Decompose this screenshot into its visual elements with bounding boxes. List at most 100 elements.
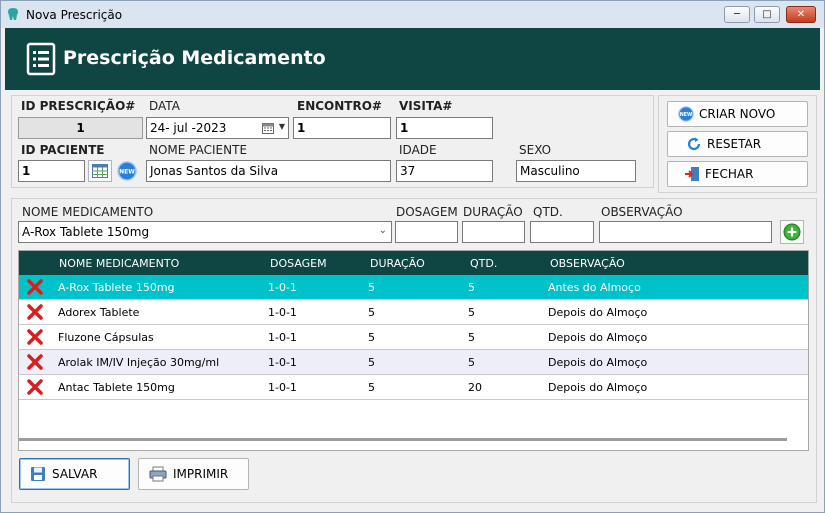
date-picker[interactable]: 24- jul -2023 ▼ [146, 117, 289, 139]
reset-button[interactable]: RESETAR [667, 131, 808, 157]
cell-note: Depois do Almoço [548, 306, 648, 319]
dosage-input[interactable] [395, 221, 458, 243]
cell-name: Antac Tablete 150mg [58, 381, 175, 394]
table-icon [92, 164, 108, 178]
patient-name-field[interactable]: Jonas Santos da Silva [146, 160, 391, 182]
encounter-label: ENCONTRO# [297, 99, 382, 113]
cell-qty: 5 [468, 356, 475, 369]
col-header-qty[interactable]: QTD. [470, 257, 497, 270]
cell-note: Depois do Almoço [548, 331, 648, 344]
tooth-app-icon [8, 8, 18, 20]
sex-label: SEXO [519, 143, 552, 157]
prescription-id-field: 1 [18, 117, 143, 139]
cell-name: Arolak IM/IV Injeção 30mg/ml [58, 356, 220, 369]
cell-note: Antes do Almoço [548, 281, 641, 294]
patient-id-field[interactable]: 1 [18, 160, 85, 182]
cell-dosage: 1-0-1 [268, 281, 297, 294]
dosage-label: DOSAGEM [396, 205, 458, 219]
page-header: Prescrição Medicamento [5, 28, 820, 90]
add-medicine-button[interactable] [780, 220, 804, 244]
patient-name-label: NOME PACIENTE [149, 143, 248, 157]
patient-list-button[interactable] [88, 160, 112, 182]
chevron-down-icon[interactable]: ⌄ [379, 225, 387, 236]
exit-door-icon [685, 167, 699, 181]
prescription-window: Nova Prescrição ─ □ ✕ Prescrição Medicam… [0, 0, 825, 513]
note-input[interactable] [599, 221, 772, 243]
calendar-icon[interactable] [262, 122, 274, 134]
close-label: FECHAR [705, 167, 754, 181]
maximize-button[interactable]: □ [754, 6, 780, 23]
cell-duration: 5 [368, 306, 375, 319]
table-row[interactable]: Antac Tablete 150mg 1-0-1 5 20 Depois do… [19, 375, 808, 400]
cell-note: Depois do Almoço [548, 356, 648, 369]
cell-dosage: 1-0-1 [268, 356, 297, 369]
delete-x-icon[interactable] [27, 279, 43, 295]
create-new-label: CRIAR NOVO [699, 107, 776, 121]
cell-qty: 5 [468, 306, 475, 319]
minimize-button[interactable]: ─ [724, 6, 750, 23]
cell-name: Adorex Tablete [58, 306, 140, 319]
delete-x-icon[interactable] [27, 329, 43, 345]
printer-icon [149, 466, 167, 482]
delete-x-icon[interactable] [27, 354, 43, 370]
chevron-down-icon[interactable]: ▼ [279, 122, 285, 131]
age-field[interactable]: 37 [396, 160, 493, 182]
visit-label: VISITA# [399, 99, 453, 113]
cell-qty: 5 [468, 281, 475, 294]
page-title: Prescrição Medicamento [63, 47, 326, 69]
table-row[interactable]: Adorex Tablete 1-0-1 5 5 Depois do Almoç… [19, 300, 808, 325]
new-badge-icon: NEW [678, 106, 694, 122]
note-label: OBSERVAÇÃO [601, 205, 683, 219]
cell-note: Depois do Almoço [548, 381, 648, 394]
patient-id-label: ID PACIENTE [21, 143, 105, 157]
date-label: DATA [149, 99, 180, 113]
create-new-button[interactable]: NEW CRIAR NOVO [667, 101, 808, 127]
cell-qty: 5 [468, 331, 475, 344]
svg-text:NEW: NEW [119, 169, 135, 176]
col-header-note[interactable]: OBSERVAÇÃO [550, 257, 625, 270]
age-label: IDADE [399, 143, 437, 157]
reset-label: RESETAR [707, 137, 762, 151]
cell-qty: 20 [468, 381, 482, 394]
cell-name: A-Rox Tablete 150mg [58, 281, 175, 294]
checklist-icon [26, 42, 56, 76]
cell-dosage: 1-0-1 [268, 381, 297, 394]
col-header-duration[interactable]: DURAÇÃO [370, 257, 425, 270]
plus-circle-icon [783, 223, 801, 241]
horizontal-scrollbar[interactable] [19, 438, 787, 441]
encounter-field[interactable]: 1 [293, 117, 391, 139]
table-row[interactable]: Fluzone Cápsulas 1-0-1 5 5 Depois do Alm… [19, 325, 808, 350]
medicine-select[interactable]: A-Rox Tablete 150mg ⌄ [18, 221, 392, 243]
new-patient-button[interactable]: NEW [115, 160, 139, 182]
delete-x-icon[interactable] [27, 379, 43, 395]
delete-x-icon[interactable] [27, 304, 43, 320]
col-header-name[interactable]: NOME MEDICAMENTO [59, 257, 179, 270]
col-header-dosage[interactable]: DOSAGEM [270, 257, 327, 270]
duration-label: DURAÇÃO [463, 205, 523, 219]
prescription-id-label: ID PRESCRIÇÃO# [21, 99, 136, 113]
cell-dosage: 1-0-1 [268, 331, 297, 344]
window-title: Nova Prescrição [26, 8, 123, 22]
cell-duration: 5 [368, 356, 375, 369]
sex-field[interactable]: Masculino [516, 160, 636, 182]
table-row[interactable]: A-Rox Tablete 150mg 1-0-1 5 5 Antes do A… [19, 275, 808, 300]
cell-name: Fluzone Cápsulas [58, 331, 154, 344]
duration-input[interactable] [462, 221, 525, 243]
refresh-icon [687, 137, 701, 151]
print-label: IMPRIMIR [173, 467, 229, 481]
print-button[interactable]: IMPRIMIR [138, 458, 249, 490]
medicine-name-label: NOME MEDICAMENTO [22, 205, 154, 219]
save-button[interactable]: SALVAR [19, 458, 130, 490]
table-row[interactable]: Arolak IM/IV Injeção 30mg/ml 1-0-1 5 5 D… [19, 350, 808, 375]
qty-label: QTD. [533, 205, 563, 219]
visit-field[interactable]: 1 [396, 117, 493, 139]
save-label: SALVAR [52, 467, 98, 481]
cell-duration: 5 [368, 381, 375, 394]
close-button[interactable]: FECHAR [667, 161, 808, 187]
qty-input[interactable] [530, 221, 594, 243]
new-badge-icon: NEW [117, 161, 137, 181]
close-window-button[interactable]: ✕ [786, 6, 816, 23]
floppy-disk-icon [31, 467, 45, 481]
cell-dosage: 1-0-1 [268, 306, 297, 319]
grid-header: NOME MEDICAMENTO DOSAGEM DURAÇÃO QTD. OB… [19, 251, 808, 275]
